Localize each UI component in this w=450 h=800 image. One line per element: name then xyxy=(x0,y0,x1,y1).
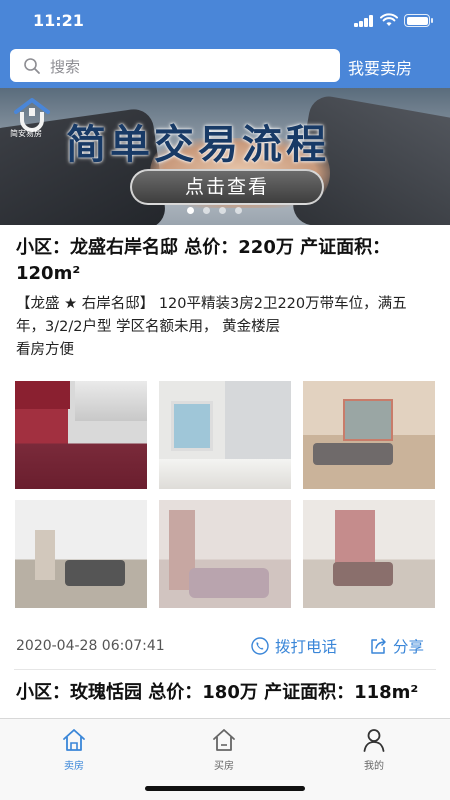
cellular-signal-icon xyxy=(354,15,374,27)
carousel-dot[interactable] xyxy=(235,207,242,214)
tab-mine-label: 我的 xyxy=(364,761,384,772)
banner-title: 简单交易流程 xyxy=(66,122,330,168)
wifi-icon xyxy=(380,13,398,26)
share-icon xyxy=(371,638,386,654)
app-screen: 11:21 搜索 我要卖房 简安易房 简单交易流程 点击查看 小区：龙盛右岸名邸… xyxy=(0,0,450,800)
listing-card[interactable]: 小区：龙盛右岸名邸 总价：220万 产证面积：120m² 【龙盛 ★ 右岸名邸】… xyxy=(0,225,450,670)
header: 11:21 搜索 我要卖房 xyxy=(0,0,450,88)
listing-photo-living-room-2[interactable] xyxy=(303,500,435,608)
listing-photo-grid xyxy=(15,381,435,609)
call-label: 拨打电话 xyxy=(275,638,338,656)
tab-sell-label: 卖房 xyxy=(64,761,84,772)
tab-mine[interactable]: 我的 xyxy=(334,727,414,772)
carousel-dot[interactable] xyxy=(187,207,194,214)
house-icon xyxy=(213,729,235,751)
listing-photo-bathroom[interactable] xyxy=(159,381,291,489)
share-button[interactable]: 分享 xyxy=(369,635,424,657)
tab-buy[interactable]: 买房 xyxy=(184,727,264,772)
battery-icon xyxy=(404,14,433,27)
search-placeholder: 搜索 xyxy=(50,58,81,76)
carousel-dot[interactable] xyxy=(203,207,210,214)
listing-photo-bedroom[interactable] xyxy=(159,500,291,608)
listing-description: 【龙盛 ★ 右岸名邸】 120平精装3房2卫220万带车位，满五年，3/2/2户… xyxy=(16,296,407,358)
share-label: 分享 xyxy=(393,638,425,656)
home-icon xyxy=(63,729,85,751)
search-input[interactable]: 搜索 xyxy=(10,49,340,82)
view-process-button[interactable]: 点击查看 xyxy=(130,169,324,205)
phone-icon xyxy=(251,637,269,655)
sell-house-link[interactable]: 我要卖房 xyxy=(348,55,412,79)
status-time: 11:21 xyxy=(33,11,84,30)
home-indicator xyxy=(145,786,305,791)
search-icon xyxy=(24,58,40,74)
banner-carousel[interactable]: 简安易房 简单交易流程 点击查看 xyxy=(0,88,450,225)
tab-buy-label: 买房 xyxy=(214,761,234,772)
user-icon xyxy=(363,729,385,752)
listing-timestamp: 2020-04-28 06:07:41 xyxy=(16,638,165,654)
listing-title: 小区：龙盛右岸名邸 总价：220万 产证面积：120m² xyxy=(16,237,391,284)
tab-sell[interactable]: 卖房 xyxy=(34,727,114,772)
listing-title: 小区：玫瑰恬园 总价：180万 产证面积：118m² xyxy=(16,682,419,703)
brand-logo-text: 简安易房 xyxy=(10,129,42,138)
status-bar: 11:21 xyxy=(0,0,450,44)
carousel-dot[interactable] xyxy=(219,207,226,214)
listing-photo-living-room[interactable] xyxy=(303,381,435,489)
listing-photo-dining-room[interactable] xyxy=(15,500,147,608)
listing-photo-kitchen[interactable] xyxy=(15,381,147,489)
call-button[interactable]: 拨打电话 xyxy=(251,635,337,657)
